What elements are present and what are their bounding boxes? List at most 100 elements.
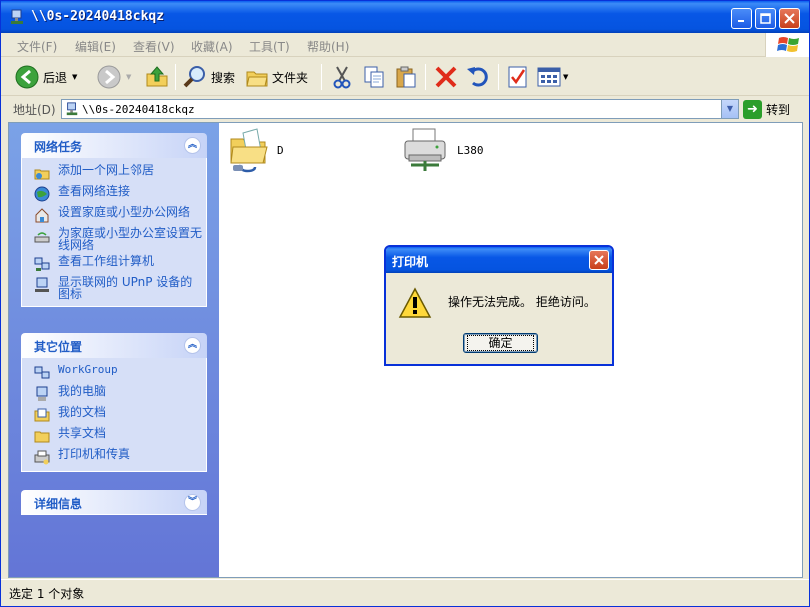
scissors-icon <box>333 66 351 89</box>
dialog-close-button[interactable] <box>589 250 609 270</box>
network-tasks-header[interactable]: 网络任务 ︽ <box>21 133 207 158</box>
network-computer-icon <box>66 102 78 116</box>
views-button[interactable]: ▼ <box>537 63 568 91</box>
forward-dropdown-icon[interactable]: ▼ <box>126 73 131 81</box>
task-view-workgroup-computers[interactable]: 查看工作组计算机 <box>34 255 202 272</box>
back-button[interactable]: 后退 ▼ <box>15 63 77 91</box>
menu-file[interactable]: 文件(F) <box>17 38 57 55</box>
address-value: \\0s-20240418ckqz <box>82 103 195 116</box>
window-title: \\0s-20240418ckqz <box>31 9 165 24</box>
back-label: 后退 <box>43 70 68 85</box>
copy-icon <box>364 66 384 88</box>
printer-error-dialog: 打印机 操作无法完成。 拒绝访问。 确定 <box>384 245 614 366</box>
undo-button[interactable] <box>465 63 489 91</box>
chevron-down-icon: ▼ <box>726 104 734 113</box>
maximize-icon <box>760 13 771 24</box>
properties-button[interactable] <box>507 63 529 91</box>
network-computer-icon <box>11 9 23 24</box>
file-item-d[interactable]: D <box>229 127 284 173</box>
search-icon <box>183 66 205 88</box>
ok-button[interactable]: 确定 <box>463 333 538 353</box>
go-button[interactable]: ➜ 转到 <box>743 99 790 119</box>
title-bar[interactable]: \\0s-20240418ckqz <box>1 1 809 33</box>
views-icon <box>537 67 561 87</box>
details-header[interactable]: 详细信息 ︾ <box>21 490 207 515</box>
menu-favorites[interactable]: 收藏(A) <box>191 38 233 55</box>
file-item-l380[interactable]: L380 <box>401 127 484 173</box>
undo-icon <box>467 67 488 87</box>
paste-button[interactable] <box>394 63 418 91</box>
status-text: 选定 1 个对象 <box>9 587 85 601</box>
address-input[interactable]: \\0s-20240418ckqz ▼ <box>61 99 739 119</box>
forward-button[interactable]: ▼ <box>97 63 131 91</box>
expand-icon[interactable]: ︾ <box>184 494 201 511</box>
search-button[interactable]: 搜索 <box>183 63 235 91</box>
place-printers-and-faxes[interactable]: 打印机和传真 <box>34 448 202 465</box>
workgroup-icon <box>34 366 50 379</box>
close-button[interactable] <box>779 8 800 29</box>
close-icon <box>784 13 795 24</box>
minimize-button[interactable] <box>731 8 752 29</box>
network-connections-icon <box>34 186 50 202</box>
views-dropdown-icon[interactable]: ▼ <box>563 73 568 81</box>
details-title: 详细信息 <box>34 497 83 511</box>
paste-icon <box>396 66 416 88</box>
place-my-computer[interactable]: 我的电脑 <box>34 385 202 402</box>
dialog-message: 操作无法完成。 拒绝访问。 <box>448 295 596 309</box>
shared-documents-icon <box>34 431 50 443</box>
toolbar: 后退 ▼ ▼ 搜索 文件夹 ▼ <box>1 58 809 96</box>
up-folder-icon <box>146 66 168 87</box>
menu-view[interactable]: 查看(V) <box>133 38 175 55</box>
explorer-window: \\0s-20240418ckqz 文件(F) 编辑(E) 查看(V) 收藏(A… <box>0 0 810 607</box>
place-my-documents[interactable]: 我的文档 <box>34 406 202 423</box>
menu-help[interactable]: 帮助(H) <box>307 38 349 55</box>
back-dropdown-icon[interactable]: ▼ <box>72 73 77 81</box>
wireless-network-icon <box>34 232 50 243</box>
task-show-upnp-devices[interactable]: 显示联网的 UPnP 设备的图标 <box>34 276 202 300</box>
address-label: 地址(D) <box>13 103 56 117</box>
task-view-network-connections[interactable]: 查看网络连接 <box>34 185 202 202</box>
other-places-title: 其它位置 <box>34 340 83 354</box>
other-places-list: WorkGroup 我的电脑 我的文档 共享文档 打印机和传真 <box>21 358 207 472</box>
dialog-title: 打印机 <box>392 255 429 269</box>
file-name: D <box>277 143 284 157</box>
maximize-button[interactable] <box>755 8 776 29</box>
folders-button[interactable]: 文件夹 <box>246 63 308 91</box>
go-label: 转到 <box>766 102 791 117</box>
my-documents-icon <box>34 408 50 422</box>
details-panel: 详细信息 ︾ <box>21 490 207 515</box>
menu-bar: 文件(F) 编辑(E) 查看(V) 收藏(A) 工具(T) 帮助(H) <box>1 33 809 57</box>
folders-icon <box>246 71 268 87</box>
toolbar-separator <box>175 64 176 90</box>
collapse-icon[interactable]: ︽ <box>184 337 201 354</box>
task-pane: 网络任务 ︽ 添加一个网上邻居 查看网络连接 设置家庭或小型办公网络 为家庭或小… <box>9 123 219 577</box>
close-icon <box>594 255 604 265</box>
menu-edit[interactable]: 编辑(E) <box>75 38 116 55</box>
windows-logo <box>765 33 809 57</box>
place-workgroup[interactable]: WorkGroup <box>34 364 202 381</box>
windows-flag-icon <box>777 37 799 52</box>
place-shared-documents[interactable]: 共享文档 <box>34 427 202 444</box>
address-dropdown-button[interactable]: ▼ <box>721 100 738 118</box>
add-network-place-icon <box>34 169 50 180</box>
search-label: 搜索 <box>211 70 236 85</box>
toolbar-separator <box>498 64 499 90</box>
task-setup-home-network[interactable]: 设置家庭或小型办公网络 <box>34 206 202 223</box>
other-places-header[interactable]: 其它位置 ︽ <box>21 333 207 358</box>
copy-button[interactable] <box>362 63 386 91</box>
minimize-icon <box>738 20 744 22</box>
task-add-network-place[interactable]: 添加一个网上邻居 <box>34 164 202 181</box>
dialog-title-bar[interactable]: 打印机 <box>386 247 612 273</box>
address-bar: 地址(D) \\0s-20240418ckqz ▼ ➜ 转到 <box>1 97 809 121</box>
up-folder-button[interactable] <box>145 63 169 91</box>
my-computer-icon <box>36 386 48 401</box>
task-setup-wireless-network[interactable]: 为家庭或小型办公室设置无线网络 <box>34 227 202 251</box>
collapse-icon[interactable]: ︽ <box>184 137 201 154</box>
file-name: L380 <box>457 143 484 157</box>
back-arrow-icon <box>15 65 39 89</box>
delete-button[interactable] <box>434 63 458 91</box>
shared-folder-icon <box>230 128 268 173</box>
forward-arrow-icon <box>97 65 121 89</box>
menu-tools[interactable]: 工具(T) <box>249 38 290 55</box>
cut-button[interactable] <box>331 63 353 91</box>
